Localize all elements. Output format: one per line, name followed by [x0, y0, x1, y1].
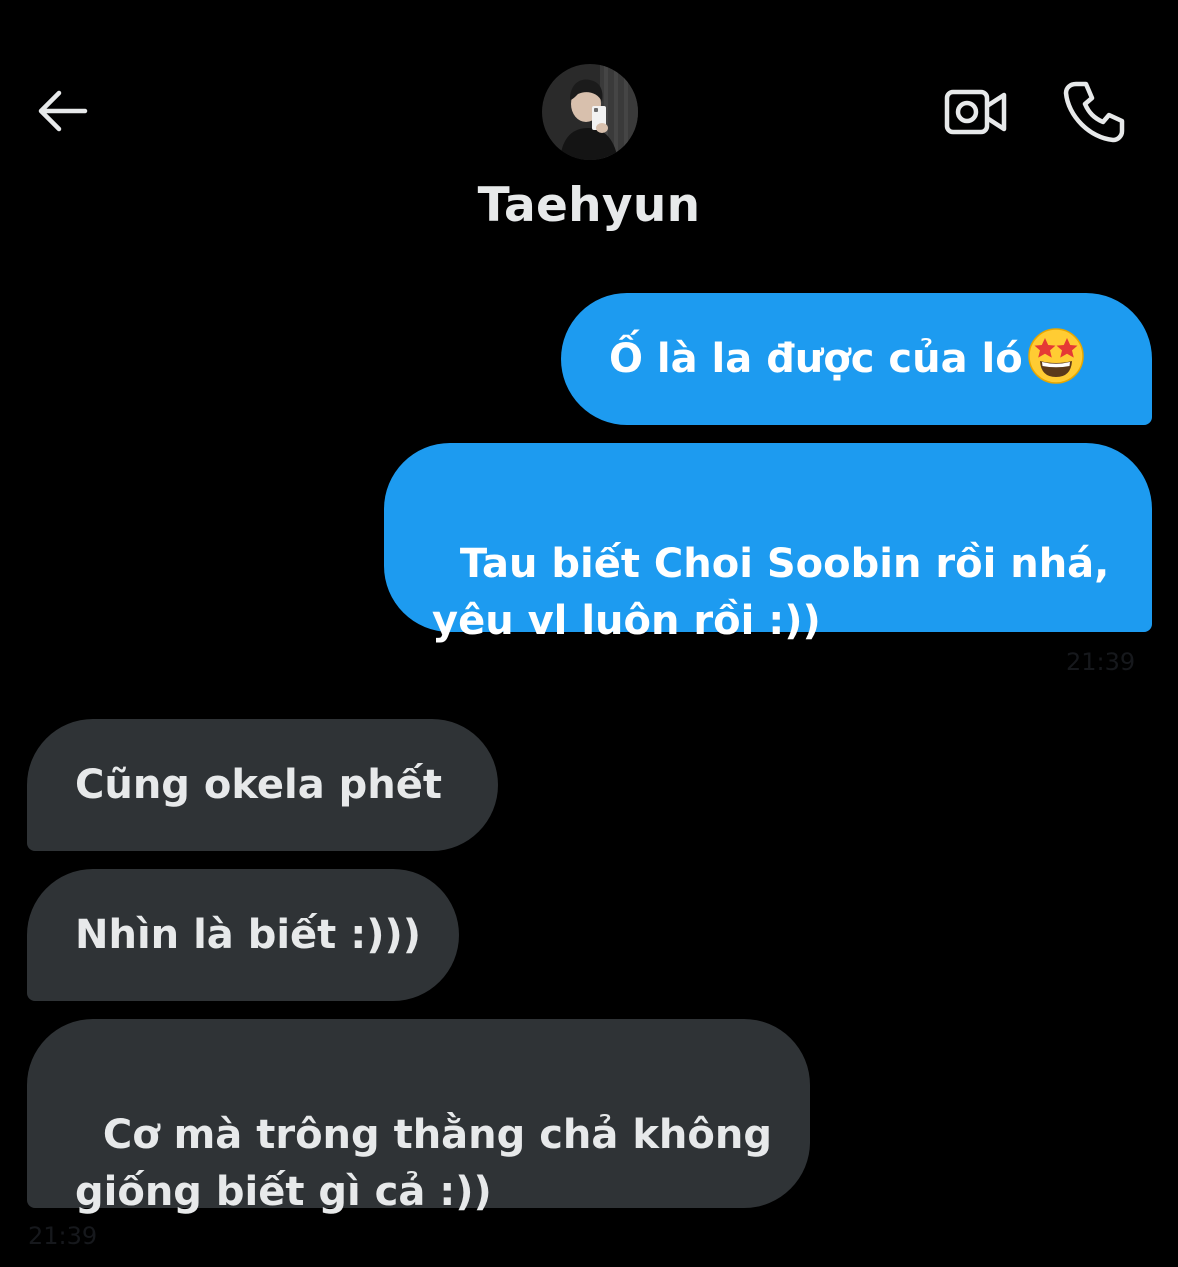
contact-name[interactable]: Taehyun: [0, 178, 1178, 233]
message-bubble-outgoing[interactable]: Tau biết Choi Soobin rồi nhá, yêu vl luô…: [384, 443, 1152, 644]
message-text: Cũng okela phết: [75, 761, 442, 808]
voice-call-button[interactable]: [1058, 76, 1130, 148]
video-camera-icon: [944, 89, 1007, 135]
back-button[interactable]: [28, 80, 94, 142]
message-text: Ố là la được của ló: [609, 335, 1023, 382]
avatar-photo: [542, 64, 638, 160]
video-call-button[interactable]: [938, 80, 1014, 144]
message-timestamp: 21:39: [1066, 648, 1136, 676]
message-timestamp: 21:39: [28, 1222, 98, 1250]
message-text: Cơ mà trông thằng chả không giống biết g…: [75, 1112, 772, 1215]
message-text: Nhìn là biết :))): [75, 911, 422, 958]
message-bubble-incoming[interactable]: Cơ mà trông thằng chả không giống biết g…: [27, 1019, 810, 1215]
star-struck-emoji: [1027, 328, 1084, 384]
message-bubble-incoming[interactable]: Cũng okela phết: [27, 719, 498, 851]
message-text: Tau biết Choi Soobin rồi nhá, yêu vl luô…: [432, 541, 1110, 644]
arrow-left-icon: [38, 90, 88, 132]
message-bubble-outgoing[interactable]: Ố là la được của ló: [561, 293, 1152, 425]
message-bubble-incoming[interactable]: Nhìn là biết :))): [27, 869, 459, 1001]
conversation-header: Taehyun: [0, 0, 1178, 260]
avatar[interactable]: [542, 64, 638, 160]
phone-icon: [1063, 81, 1125, 143]
